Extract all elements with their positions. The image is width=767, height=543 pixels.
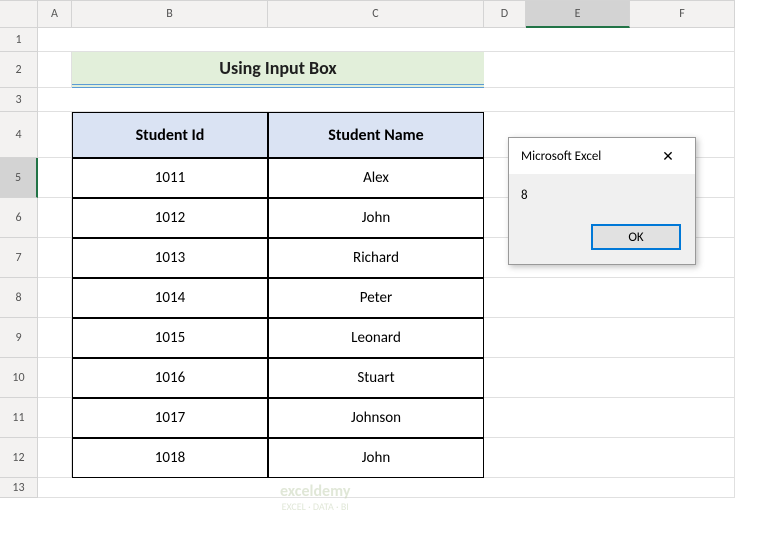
table-cell-name[interactable]: Johnson — [268, 398, 484, 438]
cell[interactable] — [38, 28, 735, 52]
table-cell-id[interactable]: 1014 — [72, 278, 268, 318]
cell[interactable] — [38, 88, 735, 112]
row-header-3[interactable]: 3 — [0, 88, 38, 112]
row-header-7[interactable]: 7 — [0, 238, 38, 278]
row-header-10[interactable]: 10 — [0, 358, 38, 398]
row-header-11[interactable]: 11 — [0, 398, 38, 438]
cell[interactable] — [38, 112, 72, 158]
ok-button[interactable]: OK — [591, 224, 681, 250]
row-header-4[interactable]: 4 — [0, 112, 38, 158]
row-header-5[interactable]: 5 — [0, 158, 38, 198]
row-header-1[interactable]: 1 — [0, 28, 38, 52]
table-cell-id[interactable]: 1018 — [72, 438, 268, 478]
row-header-12[interactable]: 12 — [0, 438, 38, 478]
table-cell-name[interactable]: Leonard — [268, 318, 484, 358]
cell[interactable] — [484, 398, 735, 438]
table-cell-id[interactable]: 1012 — [72, 198, 268, 238]
table-cell-id[interactable]: 1016 — [72, 358, 268, 398]
cell[interactable] — [484, 358, 735, 398]
col-header-B[interactable]: B — [72, 0, 268, 28]
table-cell-id[interactable]: 1011 — [72, 158, 268, 198]
close-icon[interactable]: ✕ — [651, 144, 685, 168]
cell[interactable] — [484, 438, 735, 478]
col-header-E[interactable]: E — [526, 0, 630, 28]
table-header-name[interactable]: Student Name — [268, 112, 484, 158]
cell[interactable] — [38, 238, 72, 278]
cell[interactable] — [38, 198, 72, 238]
col-header-F[interactable]: F — [630, 0, 735, 28]
dialog-message: 8 — [509, 174, 695, 216]
cell[interactable] — [38, 52, 72, 88]
row-header-9[interactable]: 9 — [0, 318, 38, 358]
col-header-A[interactable]: A — [38, 0, 72, 28]
page-title: Using Input Box — [72, 52, 484, 88]
cell[interactable] — [38, 478, 735, 498]
message-box-dialog: Microsoft Excel ✕ 8 OK — [508, 137, 696, 265]
table-cell-name[interactable]: Stuart — [268, 358, 484, 398]
table-cell-name[interactable]: John — [268, 438, 484, 478]
table-cell-id[interactable]: 1017 — [72, 398, 268, 438]
cell[interactable] — [484, 318, 735, 358]
col-header-C[interactable]: C — [268, 0, 484, 28]
dialog-title: Microsoft Excel — [521, 149, 601, 164]
cell[interactable] — [484, 278, 735, 318]
dialog-footer: OK — [509, 216, 695, 264]
table-cell-id[interactable]: 1015 — [72, 318, 268, 358]
cell[interactable] — [38, 438, 72, 478]
table-cell-id[interactable]: 1013 — [72, 238, 268, 278]
cell[interactable] — [38, 358, 72, 398]
row-header-2[interactable]: 2 — [0, 52, 38, 88]
select-all-corner[interactable] — [0, 0, 38, 28]
dialog-header: Microsoft Excel ✕ — [509, 138, 695, 174]
cell[interactable] — [38, 318, 72, 358]
table-cell-name[interactable]: Alex — [268, 158, 484, 198]
cell[interactable] — [38, 158, 72, 198]
row-header-13[interactable]: 13 — [0, 478, 38, 498]
row-header-6[interactable]: 6 — [0, 198, 38, 238]
row-header-8[interactable]: 8 — [0, 278, 38, 318]
table-cell-name[interactable]: Richard — [268, 238, 484, 278]
cell[interactable] — [38, 398, 72, 438]
col-header-D[interactable]: D — [484, 0, 526, 28]
cell[interactable] — [484, 52, 735, 88]
table-cell-name[interactable]: John — [268, 198, 484, 238]
cell[interactable] — [38, 278, 72, 318]
table-cell-name[interactable]: Peter — [268, 278, 484, 318]
table-header-id[interactable]: Student Id — [72, 112, 268, 158]
